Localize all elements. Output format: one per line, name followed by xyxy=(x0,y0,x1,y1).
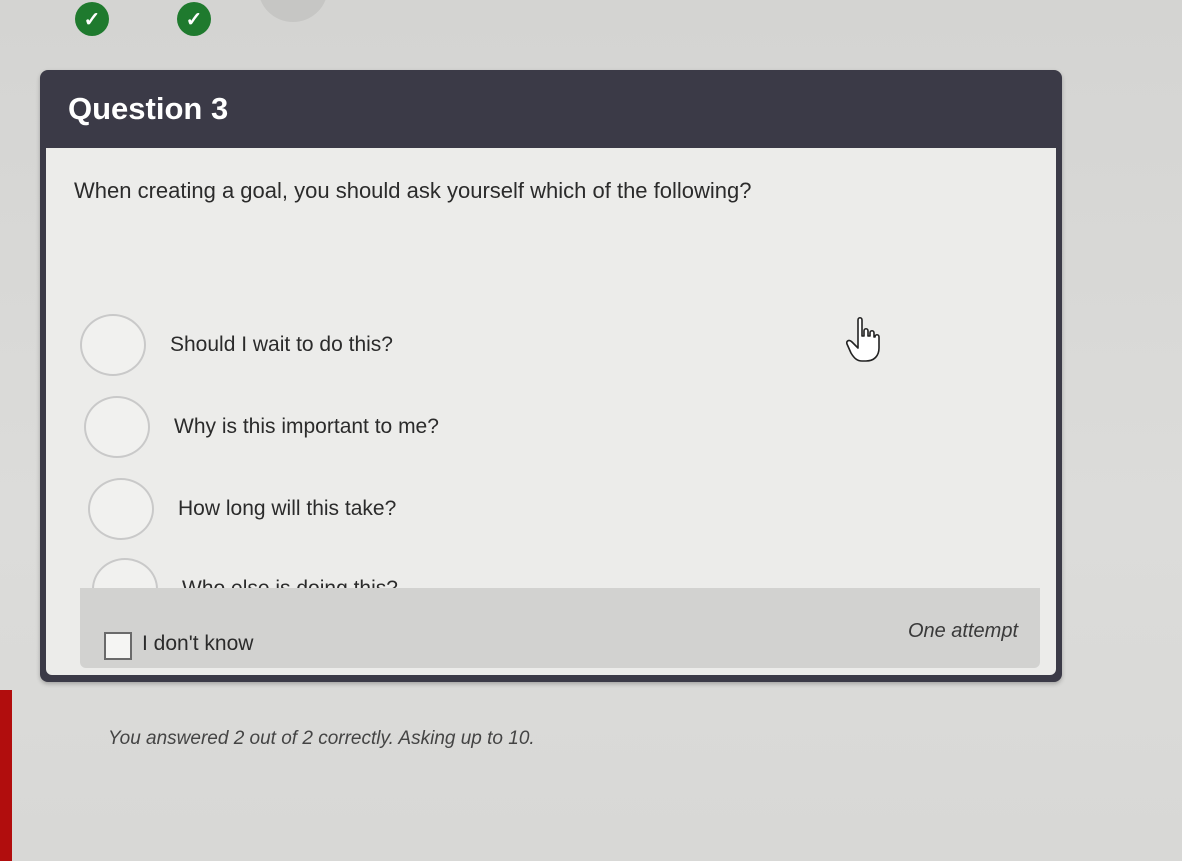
answer-option-2[interactable]: Why is this important to me? xyxy=(84,396,439,458)
progress-dot-current[interactable] xyxy=(258,0,328,22)
dont-know-label[interactable]: I don't know xyxy=(142,632,253,656)
question-title: Question 3 xyxy=(68,91,229,126)
left-edge-strip xyxy=(0,690,12,861)
radio-button[interactable] xyxy=(88,478,154,540)
answer-option-label: How long will this take? xyxy=(178,497,397,520)
answer-option-3[interactable]: How long will this take? xyxy=(88,478,396,540)
check-icon: ✓ xyxy=(185,8,203,31)
dont-know-checkbox[interactable] xyxy=(104,632,132,660)
score-status: You answered 2 out of 2 correctly. Askin… xyxy=(108,728,535,749)
question-footer: I don't know One attempt xyxy=(80,588,1040,668)
question-card: Question 3 When creating a goal, you sho… xyxy=(40,70,1062,682)
quiz-page: ✓ ✓ Question 3 When creating a goal, you… xyxy=(0,0,1182,861)
check-icon: ✓ xyxy=(83,8,101,31)
radio-button[interactable] xyxy=(84,396,150,458)
question-body: When creating a goal, you should ask you… xyxy=(46,148,1056,675)
progress-dot-correct-1[interactable]: ✓ xyxy=(75,2,109,36)
answer-option-1[interactable]: Should I wait to do this? xyxy=(80,314,393,376)
hand-cursor-icon xyxy=(846,316,880,362)
radio-button[interactable] xyxy=(80,314,146,376)
attempt-info: One attempt xyxy=(907,620,1018,642)
question-header: Question 3 xyxy=(40,70,1062,148)
answer-option-label: Should I wait to do this? xyxy=(170,333,393,356)
progress-dot-correct-2[interactable]: ✓ xyxy=(177,2,211,36)
answer-option-label: Why is this important to me? xyxy=(174,415,439,438)
question-prompt: When creating a goal, you should ask you… xyxy=(74,178,752,203)
